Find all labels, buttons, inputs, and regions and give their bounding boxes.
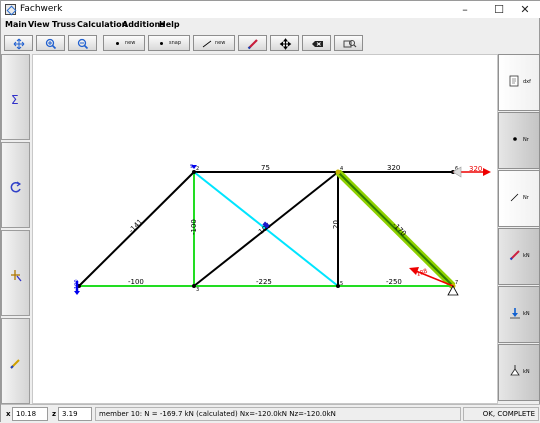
application-window: Fachwerk – ☐ ✕ Main View Truss Calculati…: [0, 0, 540, 423]
node-5[interactable]: [336, 284, 340, 288]
loads-button[interactable]: kN: [498, 286, 540, 343]
node-label-5: 5: [340, 281, 343, 287]
snap-node-label: snap: [169, 40, 182, 46]
zoom-out-button[interactable]: [68, 35, 97, 51]
node-4[interactable]: [335, 169, 341, 175]
equilibrium-button[interactable]: [1, 230, 30, 316]
zoom-fit-button[interactable]: [4, 35, 33, 51]
zoom-in-icon: [45, 38, 57, 50]
truss-drawing[interactable]: -141 75 320 -100 106 20 -170 -100 -225 -…: [33, 55, 499, 405]
pencil-icon: [509, 250, 520, 261]
menu-truss[interactable]: Truss: [52, 20, 76, 29]
recalculate-button[interactable]: [1, 142, 30, 228]
x-coordinate-label: x: [6, 410, 11, 418]
edit-member-button[interactable]: [238, 35, 267, 51]
delete-button[interactable]: [302, 35, 331, 51]
node-dot-icon: [116, 42, 119, 45]
new-member-button[interactable]: new: [193, 35, 235, 51]
menu-help[interactable]: Help: [159, 20, 180, 29]
pencil-icon: [247, 39, 258, 50]
equilibrium-icon: [11, 270, 22, 282]
inspect-icon: [343, 40, 357, 48]
z-coordinate-label: z: [52, 410, 57, 418]
label-left-diagonal: -141: [127, 218, 144, 235]
node-3[interactable]: [192, 284, 196, 288]
calculation-state: OK, COMPLETE: [463, 407, 539, 421]
member-forces-label: kN: [523, 253, 530, 259]
drawing-canvas[interactable]: -141 75 320 -100 106 20 -170 -100 -225 -…: [32, 54, 498, 404]
node-dot-icon: [160, 42, 163, 45]
node-2[interactable]: [192, 170, 196, 174]
node-label-3: 3: [196, 287, 199, 293]
label-mid-vertical: 20: [332, 220, 340, 229]
load-top-right-label: 320: [469, 165, 482, 173]
window-title: Fachwerk: [20, 4, 63, 14]
zoom-out-icon: [77, 38, 89, 50]
snap-node-button[interactable]: snap: [148, 35, 190, 51]
zoom-in-button[interactable]: [36, 35, 65, 51]
member-line-icon: [510, 193, 519, 202]
new-member-label: new: [215, 40, 226, 46]
app-icon: [5, 4, 16, 15]
dimension-button[interactable]: [1, 318, 30, 404]
label-left-vertical: -100: [190, 219, 198, 235]
menu-calculation[interactable]: Calculation: [77, 20, 127, 29]
sigma-icon: Σ: [11, 93, 19, 107]
left-tool-panel: Σ: [1, 54, 31, 404]
move-button[interactable]: [270, 35, 299, 51]
export-dxf-button[interactable]: dxf: [498, 54, 540, 111]
z-coordinate-field[interactable]: 3.19: [58, 407, 92, 421]
move-arrows-icon: [279, 38, 292, 50]
minimize-button[interactable]: –: [449, 1, 481, 18]
status-message: member 10: N = -169.7 kN (calculated) Nx…: [95, 407, 461, 421]
right-tool-panel: dxf Nr Nr kN kN kN: [498, 54, 540, 404]
document-icon: [509, 75, 519, 87]
info-button[interactable]: [334, 35, 363, 51]
support-triangle-icon: [510, 365, 520, 376]
label-bottom-left: -100: [128, 278, 144, 286]
node-numbers-label: Nr: [523, 137, 529, 143]
node-numbers-button[interactable]: Nr: [498, 112, 540, 169]
reactions-button[interactable]: kN: [498, 344, 540, 401]
label-bottom-mid: -225: [256, 278, 272, 286]
node-label-4: 4: [340, 166, 343, 172]
status-bar: x 10.18 z 3.19 member 10: N = -169.7 kN …: [1, 404, 540, 423]
node-label-7: 7: [455, 280, 458, 286]
new-node-button[interactable]: new: [103, 35, 145, 51]
member-forces-button[interactable]: kN: [498, 228, 540, 285]
member-numbers-button[interactable]: Nr: [498, 170, 540, 227]
loads-label: kN: [523, 311, 530, 317]
zoom-fit-icon: [13, 38, 25, 50]
member-numbers-label: Nr: [523, 195, 529, 201]
left-support-force-label: 100: [74, 279, 80, 289]
pencil-icon: [10, 359, 20, 369]
label-bottom-right: -250: [386, 278, 402, 286]
title-bar: Fachwerk – ☐ ✕: [1, 1, 540, 18]
new-node-label: new: [125, 40, 136, 46]
delete-icon: [312, 41, 323, 47]
dxf-label: dxf: [523, 79, 531, 85]
label-top-left: 75: [261, 164, 270, 172]
menu-view[interactable]: View: [28, 20, 50, 29]
x-coordinate-field[interactable]: 10.18: [12, 407, 48, 421]
reactions-label: kN: [523, 369, 530, 375]
node-dot-icon: [513, 137, 517, 141]
node-label-2: 2: [196, 166, 199, 172]
sum-button[interactable]: Σ: [1, 54, 30, 140]
close-button[interactable]: ✕: [509, 1, 540, 18]
menu-bar: Main View Truss Calculation Additions He…: [1, 18, 540, 32]
menu-main[interactable]: Main: [5, 20, 27, 29]
toolbar: new snap new: [1, 32, 540, 54]
refresh-icon: [10, 181, 22, 193]
svg-text:Σ: Σ: [11, 93, 19, 107]
label-top-right: 320: [387, 164, 400, 172]
load-arrow-icon: [510, 308, 520, 319]
